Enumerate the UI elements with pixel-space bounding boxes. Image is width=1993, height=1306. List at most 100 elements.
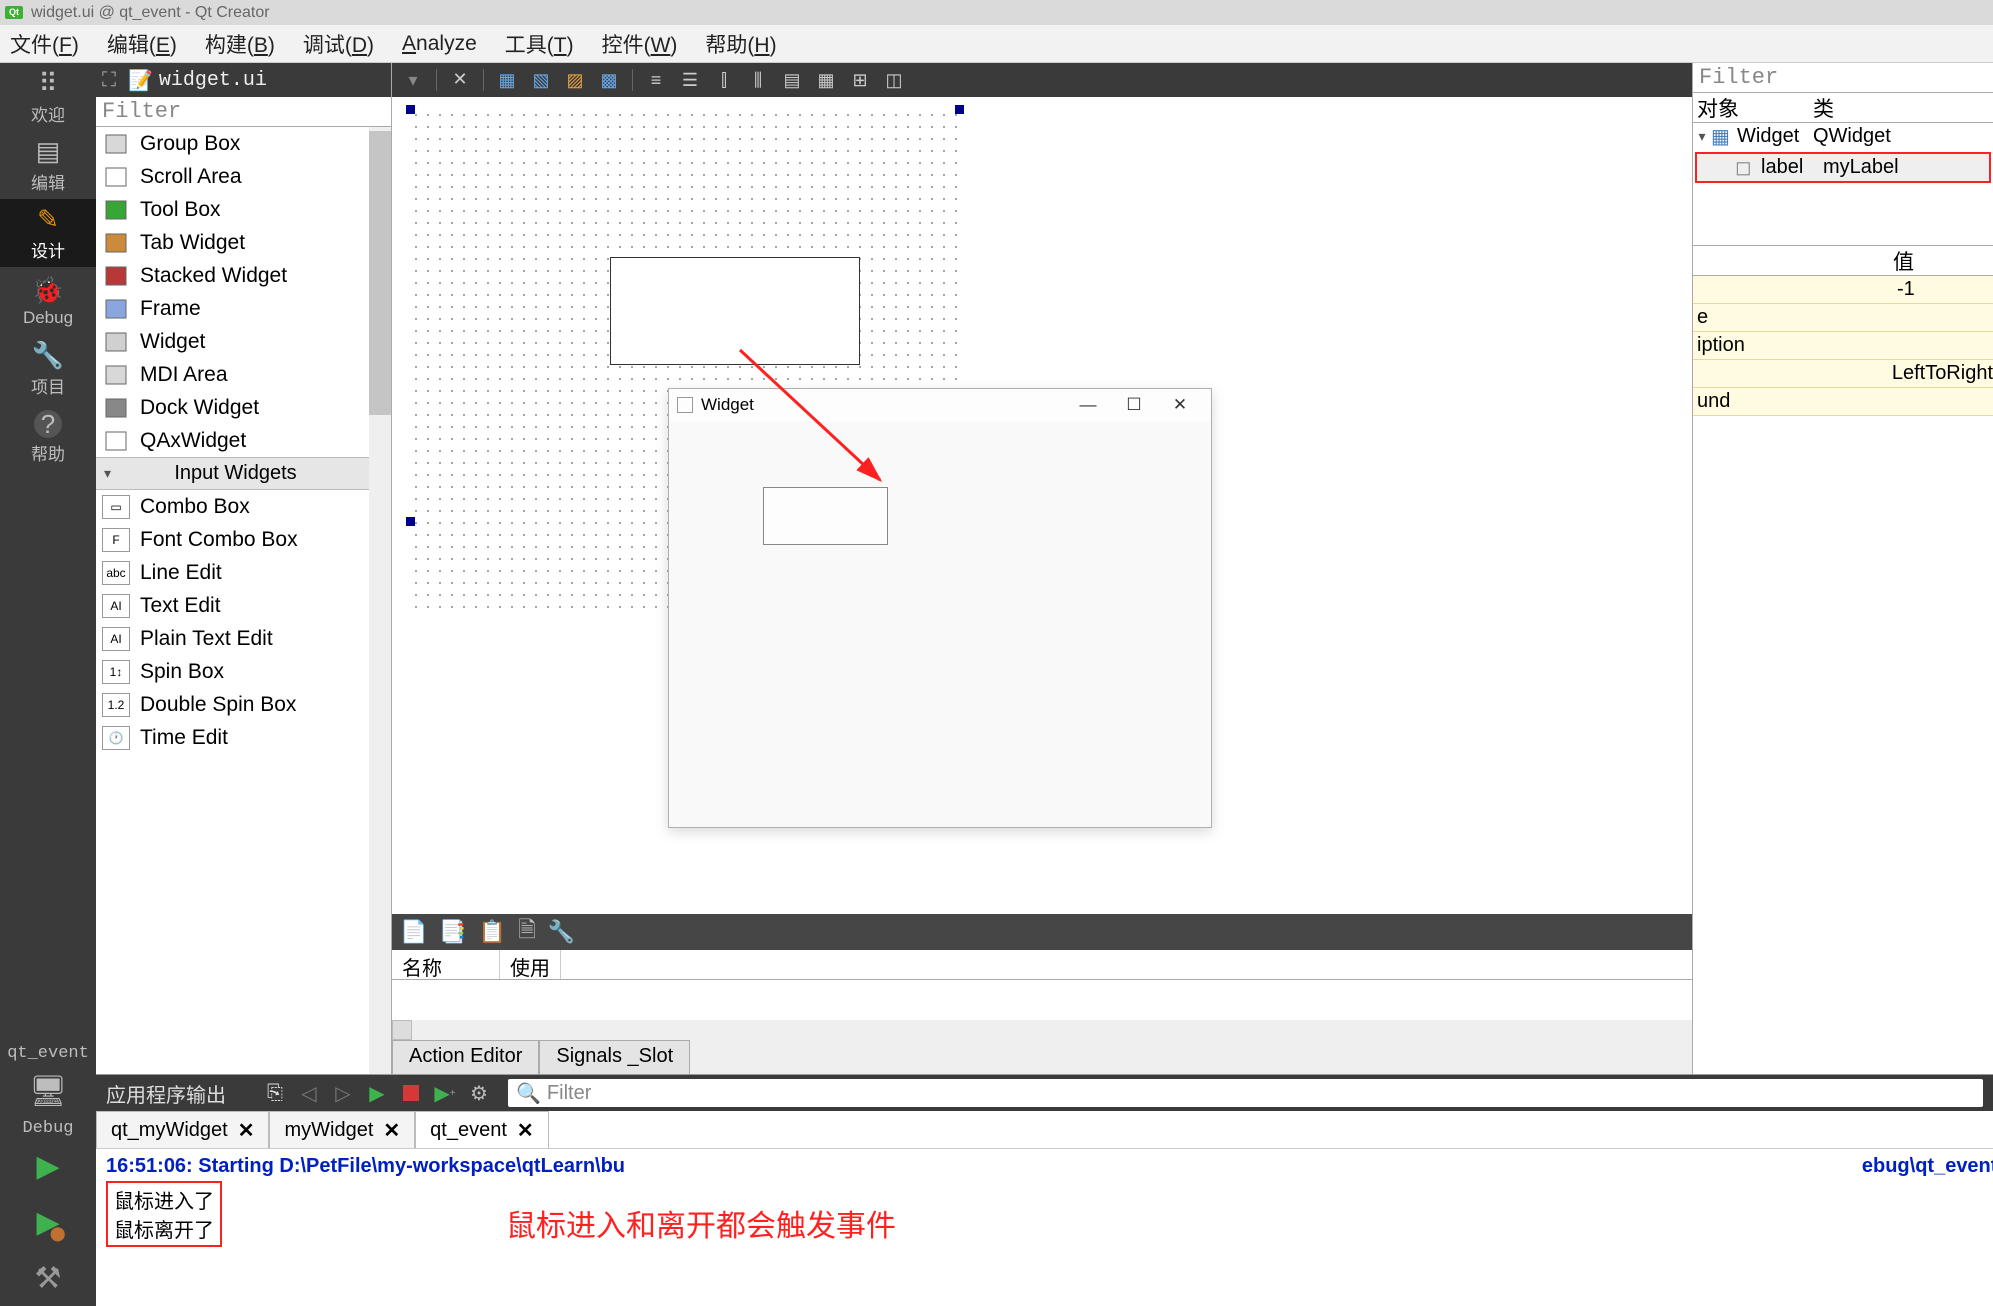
widget-item[interactable]: ▭Combo Box <box>96 490 369 523</box>
object-filter-input[interactable]: Filter <box>1693 63 1993 93</box>
layout-grid-icon[interactable]: ▦ <box>811 66 841 94</box>
widget-list[interactable]: Group BoxScroll AreaTool BoxTab WidgetSt… <box>96 127 369 1074</box>
delete-action-icon[interactable]: 🗎 <box>518 913 536 951</box>
menu-help[interactable]: 帮助(H) <box>705 29 776 59</box>
stop-output-icon[interactable] <box>398 1080 424 1106</box>
new-action-icon[interactable]: 📄 <box>400 919 427 945</box>
paste-action-icon[interactable]: 📋 <box>479 919 506 945</box>
widget-item[interactable]: AIPlain Text Edit <box>96 622 369 655</box>
label-widget[interactable] <box>610 257 860 365</box>
mode-welcome[interactable]: ⠿欢迎 <box>0 63 96 131</box>
action-list[interactable] <box>392 980 1692 1040</box>
close-icon[interactable]: ✕ <box>383 1118 400 1143</box>
widget-item[interactable]: Scroll Area <box>96 160 369 193</box>
menu-tools[interactable]: 工具(T) <box>505 29 574 59</box>
next-icon[interactable]: ▷ <box>330 1080 356 1106</box>
running-window-titlebar[interactable]: Widget — ☐ ✕ <box>669 389 1211 421</box>
widget-item[interactable]: Tab Widget <box>96 226 369 259</box>
output-body[interactable]: 16:51:06: Starting D:\PetFile\my-workspa… <box>96 1149 1993 1306</box>
output-filter-input[interactable]: 🔍 Filter <box>508 1079 1983 1107</box>
running-widget-window[interactable]: Widget — ☐ ✕ <box>668 388 1212 828</box>
property-row[interactable]: e <box>1693 304 1993 332</box>
widget-item[interactable]: Frame <box>96 292 369 325</box>
widget-item[interactable]: abcLine Edit <box>96 556 369 589</box>
mode-projects[interactable]: 🔧项目 <box>0 335 96 403</box>
object-row-widget[interactable]: ▾ ▦ Widget QWidget <box>1693 123 1993 150</box>
prev-icon[interactable]: ◁ <box>296 1080 322 1106</box>
tab-signals-slots[interactable]: Signals _Slot <box>539 1040 690 1074</box>
action-header-used[interactable]: 使用 <box>500 950 561 979</box>
resize-handle[interactable] <box>955 105 964 114</box>
close-button[interactable]: ✕ <box>1157 395 1203 415</box>
object-inspector[interactable]: 对象 类 ▾ ▦ Widget QWidget ◻ <box>1693 93 1993 185</box>
run-button[interactable]: ▶ <box>0 1138 96 1194</box>
property-header-name[interactable] <box>1693 246 1893 275</box>
tab-action-editor[interactable]: Action Editor <box>392 1040 539 1074</box>
adjust-size-icon[interactable]: ◫ <box>879 66 909 94</box>
dropdown-icon[interactable]: ▾ <box>398 66 428 94</box>
widget-item[interactable]: Tool Box <box>96 193 369 226</box>
output-tab-2[interactable]: qt_event✕ <box>415 1111 549 1148</box>
rerun-icon[interactable]: ▶+ <box>432 1080 458 1106</box>
run-output-icon[interactable]: ▶ <box>364 1080 390 1106</box>
property-header-value[interactable]: 值 <box>1893 246 1914 275</box>
kit-selector[interactable]: 🖥 <box>0 1063 96 1119</box>
layout-vert-icon[interactable]: ☰ <box>675 66 705 94</box>
action-hscrollbar[interactable] <box>392 1020 1692 1040</box>
resize-handle[interactable] <box>406 517 415 526</box>
debug-run-button[interactable]: ▶⬤ <box>0 1194 96 1250</box>
menu-build[interactable]: 构建(B) <box>205 29 275 59</box>
widget-item[interactable]: 1↕Spin Box <box>96 655 369 688</box>
running-label[interactable] <box>763 487 888 545</box>
action-header-name[interactable]: 名称 <box>392 950 500 979</box>
edit-widgets-icon[interactable]: ▦ <box>492 66 522 94</box>
mode-help[interactable]: ?帮助 <box>0 403 96 471</box>
running-window-body[interactable] <box>669 421 1211 827</box>
close-icon[interactable]: ✕ <box>517 1118 534 1143</box>
menubar[interactable]: 文件(F) 编辑(E) 构建(B) 调试(D) Analyze 工具(T) 控件… <box>0 25 1993 63</box>
settings-icon[interactable]: ⚙ <box>466 1080 492 1106</box>
output-tab-0[interactable]: qt_myWidget✕ <box>96 1111 269 1148</box>
open-file-name[interactable]: widget.ui <box>159 69 267 92</box>
copy-action-icon[interactable]: 📑 <box>439 919 466 945</box>
close-icon[interactable]: ✕ <box>238 1118 255 1143</box>
property-editor[interactable]: 值 -1eiptionLeftToRightund <box>1693 245 1993 1074</box>
minimize-button[interactable]: — <box>1065 395 1111 415</box>
expand-icon[interactable]: ⛶ <box>102 69 116 92</box>
widget-item[interactable]: MDI Area <box>96 358 369 391</box>
widget-filter-input[interactable]: Filter <box>96 97 391 127</box>
widget-list-scrollbar[interactable] <box>369 127 391 1074</box>
edit-buddies-icon[interactable]: ▨ <box>560 66 590 94</box>
layout-form-icon[interactable]: ▤ <box>777 66 807 94</box>
widget-item[interactable]: Group Box <box>96 127 369 160</box>
mode-design[interactable]: ✎设计 <box>0 199 96 267</box>
mode-debug[interactable]: 🐞Debug <box>0 267 96 335</box>
menu-debug[interactable]: 调试(D) <box>303 29 374 59</box>
expand-icon[interactable]: ▾ <box>1693 128 1711 145</box>
output-tab-1[interactable]: myWidget✕ <box>269 1111 415 1148</box>
property-row[interactable]: LeftToRight <box>1693 360 1993 388</box>
configure-action-icon[interactable]: 🔧 <box>548 919 575 945</box>
object-header-class[interactable]: 类 <box>1813 93 1834 122</box>
widget-item[interactable]: Widget <box>96 325 369 358</box>
edit-taborder-icon[interactable]: ▩ <box>594 66 624 94</box>
attach-icon[interactable]: ⎘ <box>262 1080 288 1106</box>
build-button[interactable]: ⚒ <box>0 1250 96 1306</box>
layout-horiz-icon[interactable]: ≡ <box>641 66 671 94</box>
object-header-name[interactable]: 对象 <box>1693 93 1813 122</box>
widget-item[interactable]: Stacked Widget <box>96 259 369 292</box>
widget-section-header[interactable]: Input Widgets <box>96 457 369 490</box>
layout-vert-split-icon[interactable]: ⫼ <box>743 66 773 94</box>
widget-item[interactable]: AIText Edit <box>96 589 369 622</box>
menu-edit[interactable]: 编辑(E) <box>107 29 177 59</box>
widget-item[interactable]: 🕐Time Edit <box>96 721 369 754</box>
resize-handle[interactable] <box>406 105 415 114</box>
mode-edit[interactable]: ▤编辑 <box>0 131 96 199</box>
break-layout-icon[interactable]: ⊞ <box>845 66 875 94</box>
layout-horiz-split-icon[interactable]: ⫿ <box>709 66 739 94</box>
property-row[interactable]: -1 <box>1693 276 1993 304</box>
edit-signals-icon[interactable]: ▧ <box>526 66 556 94</box>
menu-analyze[interactable]: Analyze <box>402 32 477 56</box>
menu-widgets[interactable]: 控件(W) <box>602 29 678 59</box>
widget-item[interactable]: QAxWidget <box>96 424 369 457</box>
